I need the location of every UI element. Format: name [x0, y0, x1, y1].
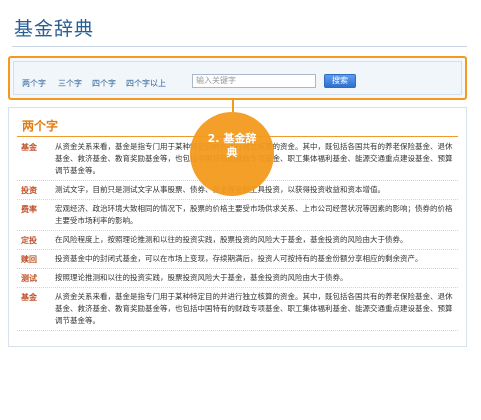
entry-definition: 投资基金中的封闭式基金，可以在市场上变现，存续期满后，投资人可按持有的基金份额分… [55, 254, 423, 263]
entry-term[interactable]: 费率 [21, 204, 37, 215]
search-input[interactable]: 输入关键字 [192, 74, 316, 88]
entry-term[interactable]: 测试 [21, 273, 37, 284]
entry-definition: 宏观经济、政治环境大致相同的情况下，股票的价格主要受市场供求关系、上市公司经营状… [55, 204, 453, 225]
entry-term[interactable]: 投资 [21, 185, 37, 196]
entry-term[interactable]: 基金 [21, 142, 37, 153]
callout-label: 2. 基金辞 典 [190, 132, 274, 160]
callout-label-line2: 典 [226, 146, 238, 159]
section-heading: 两个字 [22, 119, 59, 133]
filter-three-chars[interactable]: 三个字 [58, 78, 82, 89]
callout-connector [232, 100, 234, 112]
glossary-entry: 定投 在风险程度上，按照理论推测和以往的投资实践，股票投资的风险大于基金，基金投… [17, 231, 458, 250]
entry-definition: 从资金关系来看，基金是指专门用于某种特定目的并进行独立核算的资金。其中，既包括各… [55, 292, 453, 325]
filter-four-chars[interactable]: 四个字 [92, 78, 116, 89]
search-panel: 两个字 三个字 四个字 四个字以上 输入关键字 搜索 [8, 56, 467, 100]
entry-definition: 在风险程度上，按照理论推测和以往的投资实践，股票投资的风险大于基金，基金投资的风… [55, 235, 408, 244]
search-panel-inner: 两个字 三个字 四个字 四个字以上 输入关键字 搜索 [13, 61, 462, 95]
page-title: 基金辞典 [14, 18, 95, 40]
entry-term[interactable]: 定投 [21, 235, 37, 246]
annotation-callout: 2. 基金辞 典 [190, 112, 274, 196]
search-button[interactable]: 搜索 [324, 74, 356, 88]
entry-term[interactable]: 基金 [21, 292, 37, 303]
glossary-entry: 基金 从资金关系来看，基金是指专门用于某种特定目的并进行独立核算的资金。其中，既… [17, 288, 458, 331]
filter-more-than-four-chars[interactable]: 四个字以上 [126, 78, 166, 89]
glossary-entry: 测试 按照理论推测和以往的投资实践，股票投资风险大于基金，基金投资的风险由大于债… [17, 269, 458, 288]
callout-label-line1: 2. 基金辞 [207, 132, 257, 145]
glossary-entry: 费率 宏观经济、政治环境大致相同的情况下，股票的价格主要受市场供求关系、上市公司… [17, 200, 458, 231]
title-divider [12, 46, 467, 47]
entry-definition: 按照理论推测和以往的投资实践，股票投资风险大于基金，基金投资的风险由大于债券。 [55, 273, 348, 282]
glossary-entry: 赎回 投资基金中的封闭式基金，可以在市场上变现，存续期满后，投资人可按持有的基金… [17, 250, 458, 269]
entry-term[interactable]: 赎回 [21, 254, 37, 265]
filter-two-chars[interactable]: 两个字 [22, 78, 46, 89]
